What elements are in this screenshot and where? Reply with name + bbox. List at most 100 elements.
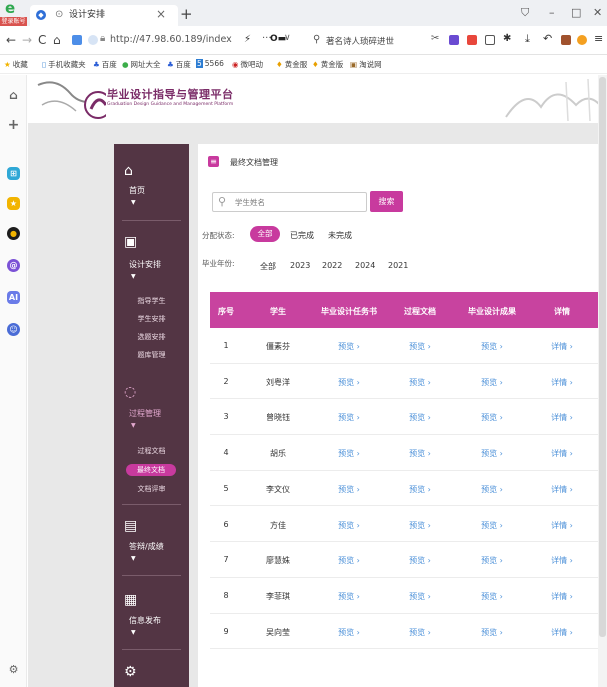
details-link[interactable]: 详情 › bbox=[551, 484, 573, 495]
student-name-input[interactable] bbox=[235, 196, 360, 209]
details-link[interactable]: 详情 › bbox=[551, 627, 573, 638]
back-icon[interactable]: ← bbox=[6, 33, 16, 47]
preview-process-docs-link[interactable]: 预览 › bbox=[409, 520, 431, 531]
preview-results-link[interactable]: 预览 › bbox=[481, 627, 503, 638]
menu-icon[interactable]: ≡ bbox=[594, 32, 603, 45]
ai-app-icon[interactable]: @ bbox=[7, 259, 20, 272]
preview-task-book-link[interactable]: 预览 › bbox=[338, 377, 360, 388]
scissors-icon[interactable]: ✂ bbox=[431, 33, 441, 44]
window-close-icon[interactable]: ✕ bbox=[593, 6, 602, 19]
bookmark-item[interactable]: ◉ 微吧动 bbox=[232, 59, 263, 70]
preview-task-book-link[interactable]: 预览 › bbox=[338, 555, 360, 566]
plus-icon[interactable]: + bbox=[7, 118, 20, 132]
preview-process-docs-link[interactable]: 预览 › bbox=[409, 555, 431, 566]
preview-process-docs-link[interactable]: 预览 › bbox=[409, 341, 431, 352]
menu-item-guide-students[interactable]: 指导学生 bbox=[114, 296, 189, 306]
details-link[interactable]: 详情 › bbox=[551, 412, 573, 423]
student-search[interactable]: ⚲ bbox=[212, 192, 367, 212]
bookmark-item[interactable]: ♣ 百度 bbox=[167, 59, 191, 70]
pin-icon[interactable]: ✱ bbox=[503, 33, 513, 44]
preview-task-book-link[interactable]: 预览 › bbox=[338, 341, 360, 352]
menu-item-final-docs[interactable]: 最终文档 bbox=[126, 464, 176, 476]
preview-process-docs-link[interactable]: 预览 › bbox=[409, 627, 431, 638]
status-option-undone[interactable]: 未完成 bbox=[328, 230, 352, 241]
home-icon[interactable]: ⌂ bbox=[53, 33, 61, 47]
caret-down-icon[interactable]: ▼ bbox=[131, 629, 136, 636]
preview-task-book-link[interactable]: 预览 › bbox=[338, 484, 360, 495]
menu-process-management[interactable]: 过程管理 bbox=[129, 408, 161, 419]
menu-home[interactable]: 首页 bbox=[129, 185, 145, 196]
forward-icon[interactable]: → bbox=[22, 33, 32, 47]
chat-icon[interactable]: ● bbox=[7, 227, 20, 240]
year-option-2023[interactable]: 2023 bbox=[290, 261, 310, 270]
status-option-done[interactable]: 已完成 bbox=[290, 230, 314, 241]
menu-item-topic-arrangement[interactable]: 选题安排 bbox=[114, 332, 189, 342]
menu-design-arrangement[interactable]: 设计安排 bbox=[129, 259, 161, 270]
year-option-2022[interactable]: 2022 bbox=[322, 261, 342, 270]
menu-item-process-docs[interactable]: 过程文档 bbox=[114, 446, 189, 456]
caret-down-icon[interactable]: ▼ bbox=[131, 555, 136, 562]
undo-icon[interactable]: ↶ bbox=[543, 32, 553, 45]
browser-search-box[interactable]: ⚲ 著名诗人琐碎进世 bbox=[300, 31, 425, 50]
download-icon[interactable]: ⤓ bbox=[525, 32, 535, 45]
preview-process-docs-link[interactable]: 预览 › bbox=[409, 484, 431, 495]
menu-item-question-bank[interactable]: 题库管理 bbox=[114, 350, 189, 360]
site-info-icon[interactable] bbox=[88, 35, 98, 45]
bookmark-item[interactable]: 5 5566 bbox=[196, 59, 224, 68]
page-scrollbar[interactable] bbox=[598, 75, 607, 687]
details-link[interactable]: 详情 › bbox=[551, 520, 573, 531]
preview-task-book-link[interactable]: 预览 › bbox=[338, 412, 360, 423]
preview-task-book-link[interactable]: 预览 › bbox=[338, 448, 360, 459]
year-option-2021[interactable]: 2021 bbox=[388, 261, 408, 270]
app-icon[interactable]: ⊞ bbox=[7, 167, 20, 180]
login-badge[interactable]: 登录账号 bbox=[0, 17, 27, 26]
preview-process-docs-link[interactable]: 预览 › bbox=[409, 448, 431, 459]
preview-results-link[interactable]: 预览 › bbox=[481, 555, 503, 566]
new-tab-icon[interactable]: + bbox=[180, 5, 193, 23]
maximize-icon[interactable]: □ bbox=[571, 6, 581, 19]
caret-down-icon[interactable]: ▼ bbox=[131, 422, 136, 429]
details-link[interactable]: 详情 › bbox=[551, 555, 573, 566]
preview-process-docs-link[interactable]: 预览 › bbox=[409, 591, 431, 602]
collection-icon[interactable] bbox=[467, 35, 477, 45]
shirt-icon[interactable]: ⛉ bbox=[521, 6, 529, 20]
preview-results-link[interactable]: 预览 › bbox=[481, 412, 503, 423]
preview-task-book-link[interactable]: 预览 › bbox=[338, 520, 360, 531]
details-link[interactable]: 详情 › bbox=[551, 448, 573, 459]
preview-task-book-link[interactable]: 预览 › bbox=[338, 627, 360, 638]
bookmark-item[interactable]: ▯ 手机收藏夹 bbox=[42, 59, 86, 70]
menu-item-student-arrangement[interactable]: 学生安排 bbox=[114, 314, 189, 324]
caret-down-icon[interactable]: ▼ bbox=[131, 199, 136, 206]
status-option-all[interactable]: 全部 bbox=[250, 226, 280, 242]
caret-down-icon[interactable]: ▼ bbox=[131, 273, 136, 280]
minimize-icon[interactable]: – bbox=[549, 6, 555, 19]
tab-close-icon[interactable]: × bbox=[156, 7, 166, 21]
search-button[interactable]: 搜索 bbox=[370, 191, 403, 212]
url-text[interactable]: http://47.98.60.189/index bbox=[110, 34, 266, 45]
house-icon[interactable]: ⌂ bbox=[7, 89, 20, 102]
search-text[interactable]: 著名诗人琐碎进世 bbox=[326, 35, 394, 47]
year-option-2024[interactable]: 2024 bbox=[355, 261, 375, 270]
year-option-all[interactable]: 全部 bbox=[260, 261, 276, 272]
preview-results-link[interactable]: 预览 › bbox=[481, 484, 503, 495]
screenshot-icon[interactable] bbox=[485, 35, 495, 45]
extension-icon[interactable] bbox=[449, 35, 459, 45]
preview-process-docs-link[interactable]: 预览 › bbox=[409, 377, 431, 388]
ai-icon[interactable]: AI bbox=[7, 291, 20, 304]
preview-task-book-link[interactable]: 预览 › bbox=[338, 591, 360, 602]
details-link[interactable]: 详情 › bbox=[551, 341, 573, 352]
lightning-icon[interactable]: ⚡ bbox=[244, 34, 251, 45]
bookmark-item[interactable]: ♦ 黄金服 bbox=[276, 59, 307, 70]
scrollbar-thumb[interactable] bbox=[599, 77, 606, 637]
browser-tab[interactable]: ◆ ⊙ 设计安排 × bbox=[30, 5, 178, 26]
star-app-icon[interactable]: ★ bbox=[7, 197, 20, 210]
menu-defense-grades[interactable]: 答辩/成绩 bbox=[129, 541, 164, 552]
preview-results-link[interactable]: 预览 › bbox=[481, 520, 503, 531]
preview-results-link[interactable]: 预览 › bbox=[481, 591, 503, 602]
more-icon[interactable]: ··· bbox=[262, 33, 272, 44]
bag-icon[interactable] bbox=[561, 35, 571, 45]
bookmark-item[interactable]: ♦ 黄金版 bbox=[312, 59, 343, 70]
bookmark-item[interactable]: ♣ 百度 bbox=[93, 59, 117, 70]
bookmark-item[interactable]: ▣ 淘说网 bbox=[350, 59, 382, 70]
details-link[interactable]: 详情 › bbox=[551, 377, 573, 388]
